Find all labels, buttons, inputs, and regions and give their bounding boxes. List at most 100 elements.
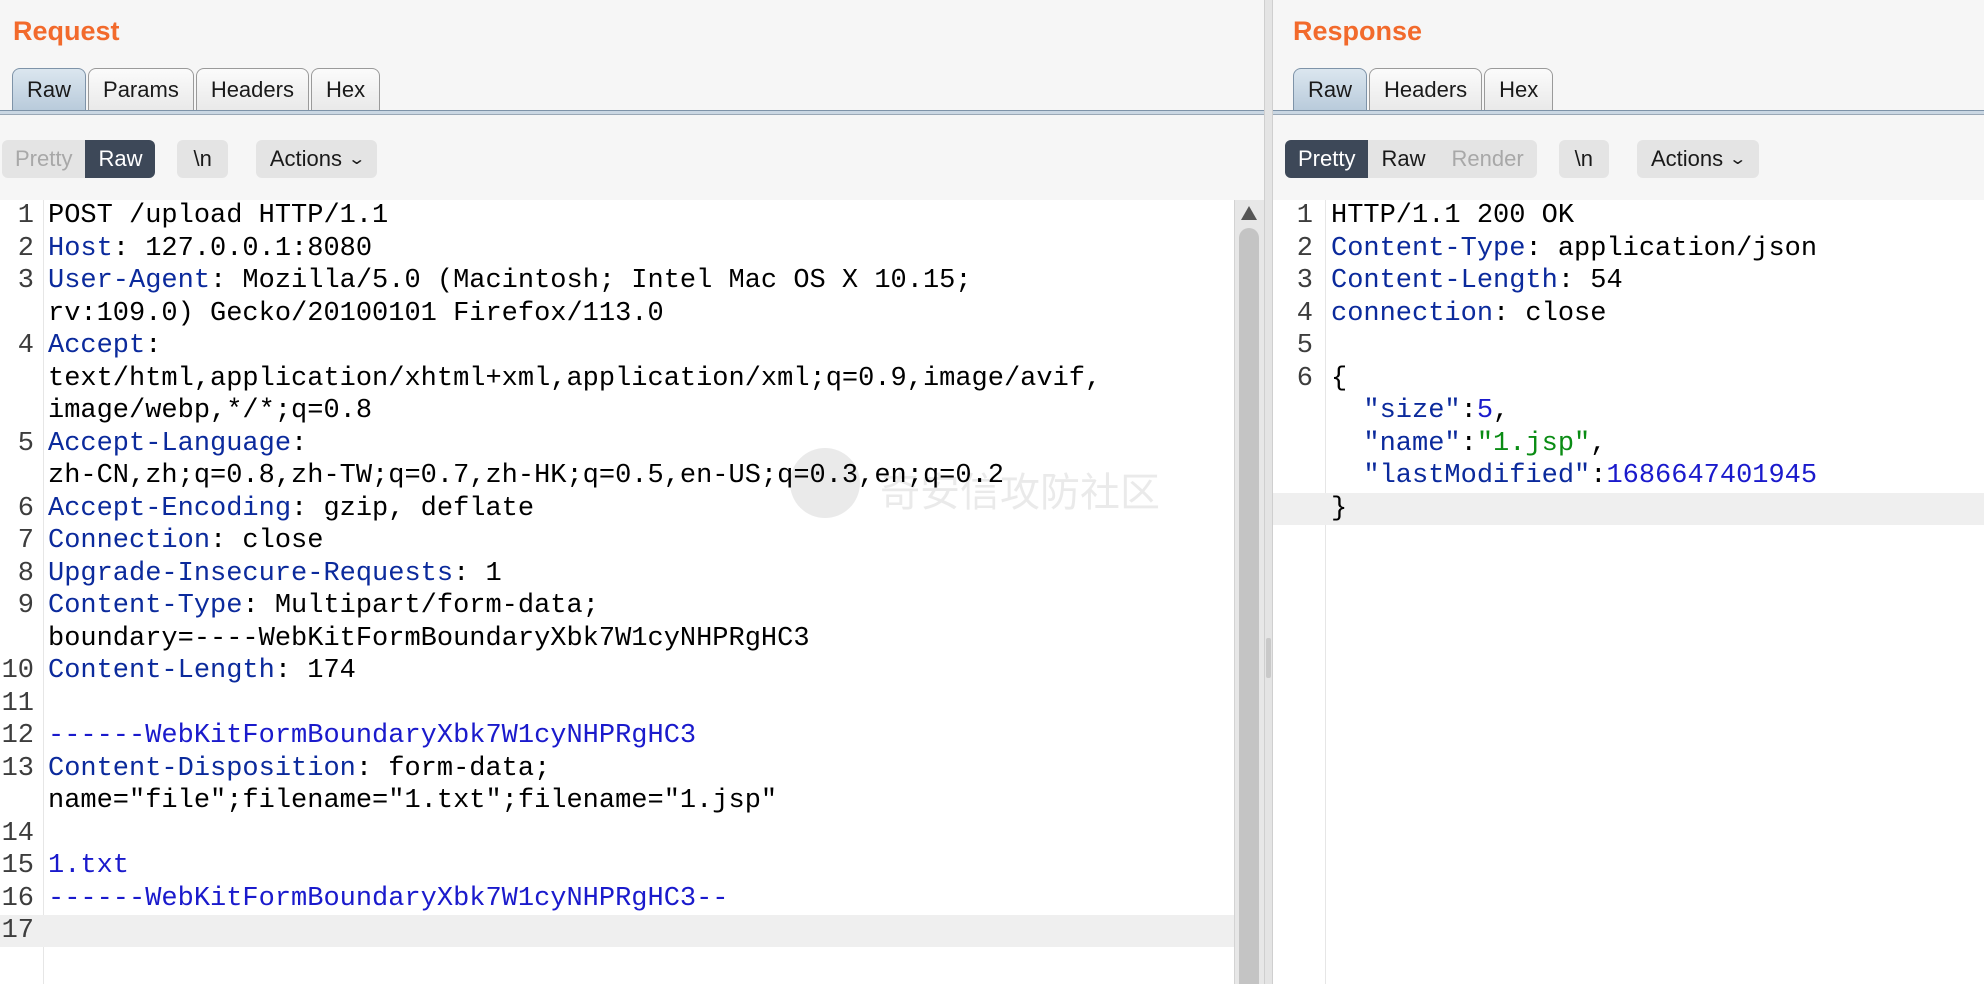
line-text: ------WebKitFormBoundaryXbk7W1cyNHPRgHC3 xyxy=(48,720,696,752)
line-number: 4 xyxy=(17,331,34,361)
line-number: 10 xyxy=(1,656,34,686)
token-text: boundary=----WebKitFormBoundaryXbk7W1cyN… xyxy=(48,623,810,654)
token-key: "name" xyxy=(1331,428,1461,459)
token-key: Content-Type xyxy=(48,591,243,621)
line-text: "name":"1.jsp", xyxy=(1331,428,1606,460)
token-key: Content-Type xyxy=(1331,233,1526,264)
request-view-pretty-button[interactable]: Pretty xyxy=(2,140,85,178)
code-line: 17 xyxy=(0,915,1234,947)
line-number: 9 xyxy=(17,591,34,621)
request-vertical-scrollbar[interactable] xyxy=(1234,200,1264,984)
response-tab-raw[interactable]: Raw xyxy=(1293,68,1368,110)
token-value: "1.jsp" xyxy=(1476,428,1591,459)
token-key: connection xyxy=(1331,298,1494,329)
code-line: name="file";filename="1.txt";filename="1… xyxy=(0,785,1234,817)
token-text: : xyxy=(1590,461,1607,491)
code-line: rv:109.0) Gecko/20100101 Firefox/113.0 xyxy=(0,298,1234,330)
line-text: Upgrade-Insecure-Requests: 1 xyxy=(48,558,502,590)
code-line: 10 Content-Length: 174 xyxy=(0,655,1234,687)
code-line: 1 POST /upload HTTP/1.1 xyxy=(0,200,1234,232)
token-value: ------WebKitFormBoundaryXbk7W1cyNHPRgHC3… xyxy=(48,883,729,914)
line-text: Accept-Encoding: gzip, deflate xyxy=(48,493,534,525)
response-tabs: Raw Headers Hex xyxy=(1293,68,1555,110)
response-editor[interactable]: 1 HTTP/1.1 200 OK 2 Content-Type: applicati… xyxy=(1273,200,1984,984)
code-line: 8 Upgrade-Insecure-Requests: 1 xyxy=(0,558,1234,590)
token-text: : 174 xyxy=(274,656,356,686)
request-tab-params[interactable]: Params xyxy=(88,68,194,110)
line-text: ------WebKitFormBoundaryXbk7W1cyNHPRgHC3… xyxy=(48,883,729,915)
token-text: : xyxy=(1460,396,1477,426)
response-view-raw-button[interactable]: Raw xyxy=(1368,140,1438,178)
code-line: 3 Content-Length: 54 xyxy=(1273,265,1984,297)
token-text: HTTP/1.1 200 OK xyxy=(1331,201,1575,231)
token-key: Content-Length xyxy=(48,656,275,686)
line-text: 1.txt xyxy=(48,850,129,882)
token-text: , xyxy=(1590,428,1607,459)
token-text: : 54 xyxy=(1557,266,1623,296)
token-text: : gzip, deflate xyxy=(291,493,535,524)
pane-splitter[interactable] xyxy=(1264,0,1273,984)
line-number: 13 xyxy=(1,753,34,784)
code-line: text/html,application/xhtml+xml,applicat… xyxy=(0,363,1234,395)
code-line: 6{ xyxy=(1273,363,1984,395)
scrollbar-thumb[interactable] xyxy=(1239,228,1259,984)
line-number: 1 xyxy=(17,201,34,231)
code-line: 15 1.txt xyxy=(0,850,1234,882)
request-view-toggle: Pretty Raw xyxy=(2,140,156,178)
token-text: : form-data; xyxy=(355,753,551,784)
request-tab-hex[interactable]: Hex xyxy=(310,68,381,110)
code-line: 2 Host: 127.0.0.1:8080 xyxy=(0,233,1234,265)
token-value: ------WebKitFormBoundaryXbk7W1cyNHPRgHC3 xyxy=(48,721,697,751)
response-title: Response xyxy=(1293,16,1423,46)
response-newline-toggle-button[interactable]: \n xyxy=(1558,140,1609,178)
token-key: Connection xyxy=(48,526,211,556)
request-tab-headers[interactable]: Headers xyxy=(195,68,309,110)
request-view-raw-button[interactable]: Raw xyxy=(85,140,156,178)
line-number: 2 xyxy=(17,233,34,264)
scroll-up-arrow-icon[interactable] xyxy=(1241,206,1257,220)
code-line: image/webp,*/*;q=0.8 xyxy=(0,395,1234,427)
code-line: 13 Content-Disposition: form-data; xyxy=(0,753,1234,785)
token-key: "size" xyxy=(1331,396,1461,426)
token-text: : Mozilla/5.0 (Macintosh; Intel Mac OS X… xyxy=(210,266,972,296)
request-newline-toggle-button[interactable]: \n xyxy=(177,140,228,178)
response-tab-underline xyxy=(1273,110,1984,115)
request-actions-button[interactable]: Actions ⌄ xyxy=(255,140,378,178)
response-tab-hex[interactable]: Hex xyxy=(1484,68,1554,110)
code-line: "lastModified":1686647401945 xyxy=(1273,460,1984,492)
request-editor[interactable]: 1 POST /upload HTTP/1.1 2 Host: 127.0.0.1:8… xyxy=(0,200,1234,984)
request-toolbar: Pretty Raw \n Actions ⌄ xyxy=(2,140,378,178)
line-number: 8 xyxy=(17,558,34,589)
token-key: Accept-Language xyxy=(48,428,292,459)
code-line: 2 Content-Type: application/json xyxy=(1273,233,1984,265)
token-text: text/html,application/xhtml+xml,applicat… xyxy=(48,363,1102,394)
response-tab-headers[interactable]: Headers xyxy=(1369,68,1483,110)
token-text: : xyxy=(145,331,162,361)
token-key: Host xyxy=(48,233,113,264)
token-text: POST /upload HTTP/1.1 xyxy=(48,201,389,231)
line-number: 5 xyxy=(1296,331,1313,361)
line-text: } xyxy=(1331,493,1347,525)
line-text: Content-Disposition: form-data; xyxy=(48,753,550,785)
watermark-text: 奇安信攻防社区 xyxy=(880,470,1160,516)
line-text: Host: 127.0.0.1:8080 xyxy=(48,233,372,265)
response-toolbar: Pretty Raw Render \n Actions ⌄ xyxy=(1285,140,1759,178)
token-text: : 1 xyxy=(453,558,502,589)
response-view-toggle: Pretty Raw Render xyxy=(1285,140,1537,178)
watermark-logo-icon xyxy=(790,448,860,518)
code-line: boundary=----WebKitFormBoundaryXbk7W1cyN… xyxy=(0,623,1234,655)
code-line: "name":"1.jsp", xyxy=(1273,428,1984,460)
line-number: 14 xyxy=(1,818,34,849)
response-pane: Response Raw Headers Hex Pretty Raw Render \… xyxy=(1273,0,1984,984)
response-view-pretty-button[interactable]: Pretty xyxy=(1285,140,1369,178)
token-key: "lastModified" xyxy=(1331,461,1591,491)
line-number: 16 xyxy=(1,883,34,914)
token-text: } xyxy=(1331,493,1348,524)
token-text: , xyxy=(1493,396,1510,426)
token-text: name="file";filename="1.txt";filename="1… xyxy=(48,786,778,816)
splitter-grip-icon[interactable] xyxy=(1266,638,1271,678)
response-view-render-button[interactable]: Render xyxy=(1438,140,1536,178)
request-tab-raw[interactable]: Raw xyxy=(12,68,87,110)
line-text: image/webp,*/*;q=0.8 xyxy=(48,395,372,427)
response-actions-button[interactable]: Actions ⌄ xyxy=(1637,140,1759,178)
